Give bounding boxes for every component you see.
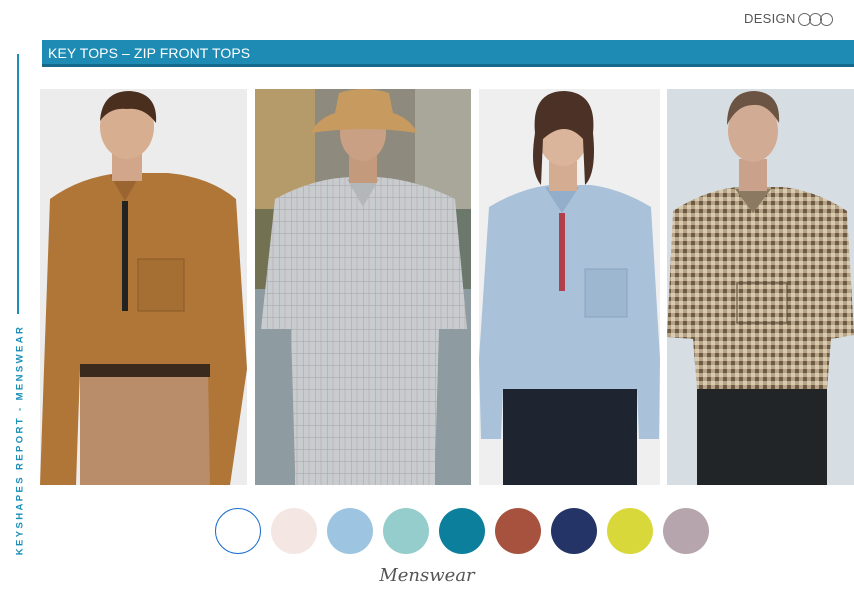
swatch-aqua [383,508,429,554]
title-bar: KEY TOPS – ZIP FRONT TOPS [42,40,854,67]
brand-logo: DESIGN [744,10,854,32]
swatch-sky-blue [327,508,373,554]
page-title: KEY TOPS – ZIP FRONT TOPS [48,45,251,61]
sidebar-rule [17,54,19,314]
color-palette [215,508,715,554]
swatch-rust [495,508,541,554]
pool-rings-logo [797,11,838,27]
photo-light-blue-zip-top [479,89,660,485]
photo-brown-check-shirt [667,89,854,485]
swatch-blush [271,508,317,554]
vertical-report-label: KEYSHAPES REPORT - MENSWEAR [14,324,26,556]
photo-tan-zip-shirt [40,89,247,485]
brand-text: DESIGN [744,11,796,27]
photo-grey-check-top [255,89,471,485]
swatch-teal [439,508,485,554]
swatch-navy [551,508,597,554]
swatch-mauve-grey [663,508,709,554]
swatch-citron [607,508,653,554]
caption-menswear: Menswear [379,565,475,586]
swatch-white [215,508,261,554]
